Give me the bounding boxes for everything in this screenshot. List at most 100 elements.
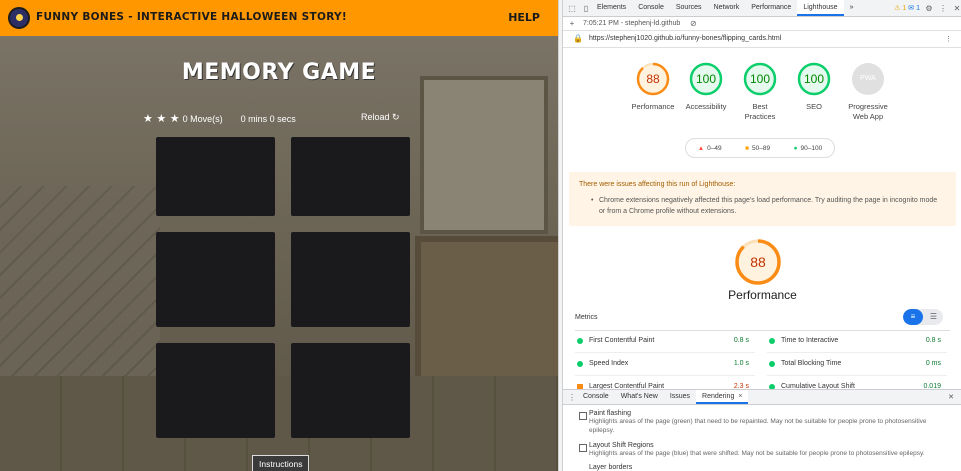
- halloween-background: [0, 36, 558, 471]
- drawer-tab-whats-new[interactable]: What's New: [615, 390, 664, 404]
- metric-value: 0.8 s: [733, 337, 749, 344]
- metric-label: Total Blocking Time: [781, 360, 842, 367]
- inspect-element-icon[interactable]: ⬚: [567, 4, 577, 13]
- status-dot: [577, 338, 583, 344]
- score-value: 88: [646, 72, 660, 86]
- reload-button[interactable]: Reload ↻: [361, 112, 400, 123]
- metrics-heading: Metrics: [575, 314, 598, 321]
- report-selector[interactable]: 7:05:21 PM - stephenj-ld.github: [583, 20, 680, 27]
- metric-label: Time to Interactive: [781, 337, 839, 344]
- status-dot: [769, 361, 775, 367]
- close-drawer-icon[interactable]: ✕: [948, 393, 954, 401]
- score-panel: ★ ★ ★ 0 Move(s) 0 mins 0 secs: [143, 112, 296, 125]
- tab-elements[interactable]: Elements: [591, 0, 632, 16]
- kebab-menu-icon[interactable]: ⋮: [938, 4, 948, 13]
- warning-item: Chrome extensions negatively affected th…: [591, 195, 939, 217]
- background-window: [420, 76, 548, 234]
- issues-badge[interactable]: ✉ 1: [908, 4, 920, 13]
- option-title: Layout Shift Regions: [589, 442, 654, 449]
- performance-gauge: 88: [734, 238, 782, 286]
- kebab-menu-icon[interactable]: ⋮: [945, 35, 952, 43]
- metric-row: Speed Index 1.0 s: [575, 355, 755, 376]
- score-value: 100: [749, 72, 771, 86]
- option-title: Paint flashing: [589, 410, 632, 417]
- gauge-label: Progressive Web App: [848, 102, 888, 121]
- tab-performance[interactable]: Performance: [745, 0, 797, 16]
- circle-icon: ●: [793, 144, 798, 152]
- gauge-pwa[interactable]: PWA Progressive Web App: [835, 62, 901, 122]
- score-ring: PWA: [851, 62, 885, 96]
- lighthouse-toolbar: + 7:05:21 PM - stephenj-ld.github ⊘: [563, 16, 961, 31]
- score-value: 100: [695, 72, 717, 86]
- performance-score: 88: [750, 254, 766, 270]
- memory-card[interactable]: [156, 343, 275, 438]
- metrics-divider: [575, 330, 950, 331]
- star-icon: ★: [169, 113, 180, 125]
- status-dot: [577, 361, 583, 367]
- drawer-tab-rendering-label: Rendering: [702, 393, 735, 400]
- moves-counter: 0 Move(s): [182, 113, 223, 124]
- kebab-menu-icon[interactable]: ⋮: [567, 393, 577, 402]
- warning-box: There were issues affecting this run of …: [569, 172, 956, 226]
- device-toolbar-icon[interactable]: ▯: [581, 4, 591, 13]
- score-ring: 88: [636, 62, 670, 96]
- clear-icon[interactable]: ⊘: [688, 19, 698, 28]
- devtools-tabbar: ⬚ ▯ Elements Console Sources Network Per…: [563, 0, 961, 17]
- checkbox[interactable]: [579, 412, 587, 420]
- tab-sources[interactable]: Sources: [670, 0, 708, 16]
- memory-card[interactable]: [156, 137, 275, 216]
- close-icon[interactable]: ✕: [952, 4, 961, 13]
- background-stairs: [0, 186, 160, 386]
- star-rating: ★ ★ ★: [143, 112, 181, 125]
- metrics-view-toggle[interactable]: ≡ ☰: [903, 309, 943, 325]
- status-dot: [769, 338, 775, 344]
- metric-label: Speed Index: [589, 360, 629, 367]
- new-report-icon[interactable]: +: [567, 19, 577, 28]
- memory-card[interactable]: [291, 343, 410, 438]
- legend-mid-text: 50–89: [752, 144, 771, 152]
- memory-card[interactable]: [291, 137, 410, 216]
- drawer-tabbar: ⋮ Console What's New Issues Rendering × ✕: [563, 390, 961, 405]
- drawer-tab-rendering[interactable]: Rendering ×: [696, 390, 749, 404]
- star-icon: ★: [143, 113, 153, 125]
- option-title: Layer borders: [589, 464, 633, 471]
- metric-value: 0.8 s: [925, 337, 941, 344]
- memory-card[interactable]: [156, 232, 275, 327]
- option-layer-borders[interactable]: Layer borders: [579, 464, 949, 471]
- metric-value: 1.0 s: [733, 360, 749, 367]
- report-url[interactable]: https://stephenj1020.github.io/funny-bon…: [589, 35, 781, 42]
- close-icon[interactable]: ×: [738, 393, 742, 400]
- metric-label: First Contentful Paint: [589, 337, 655, 344]
- star-icon: ★: [156, 113, 167, 125]
- drawer-tab-console[interactable]: Console: [577, 390, 615, 404]
- metric-value: 0 ms: [925, 360, 941, 367]
- tab-network[interactable]: Network: [708, 0, 746, 16]
- score-gauges: 88 Performance 100 Accessibility 100 Bes…: [563, 62, 961, 132]
- legend-high: ● 90–100: [794, 145, 823, 152]
- checkbox[interactable]: [579, 444, 587, 452]
- instructions-button[interactable]: Instructions: [252, 455, 310, 471]
- site-header: Funny Bones - Interactive Halloween Stor…: [0, 0, 558, 36]
- page-title: MEMORY GAME: [181, 60, 377, 85]
- option-paint-flashing[interactable]: Paint flashing Highlights areas of the p…: [579, 410, 949, 435]
- tab-console[interactable]: Console: [632, 0, 670, 16]
- gear-icon[interactable]: ⚙: [924, 4, 934, 13]
- devtools-panel: ⬚ ▯ Elements Console Sources Network Per…: [562, 0, 961, 471]
- memory-card[interactable]: [291, 232, 410, 327]
- option-layout-shift-regions[interactable]: Layout Shift Regions Highlights areas of…: [579, 442, 949, 458]
- help-link[interactable]: HELP: [508, 11, 540, 24]
- site-title[interactable]: Funny Bones - Interactive Halloween Stor…: [36, 11, 347, 23]
- warning-badge[interactable]: ⚠ 1: [894, 4, 906, 13]
- site-logo[interactable]: [8, 7, 30, 29]
- performance-title: Performance: [728, 288, 797, 302]
- drawer-tab-issues[interactable]: Issues: [664, 390, 696, 404]
- game-timer: 0 mins 0 secs: [240, 113, 296, 124]
- list-view-icon[interactable]: ≡: [903, 309, 923, 325]
- legend-low-text: 0–49: [707, 144, 722, 152]
- expanded-view-icon[interactable]: ☰: [924, 309, 943, 325]
- square-icon: ■: [745, 144, 750, 152]
- gauge-label: Best Practices: [744, 102, 776, 121]
- tab-lighthouse[interactable]: Lighthouse: [797, 0, 844, 16]
- more-tabs-chevron-icon[interactable]: »: [844, 0, 860, 16]
- legend-mid: ■ 50–89: [745, 145, 770, 152]
